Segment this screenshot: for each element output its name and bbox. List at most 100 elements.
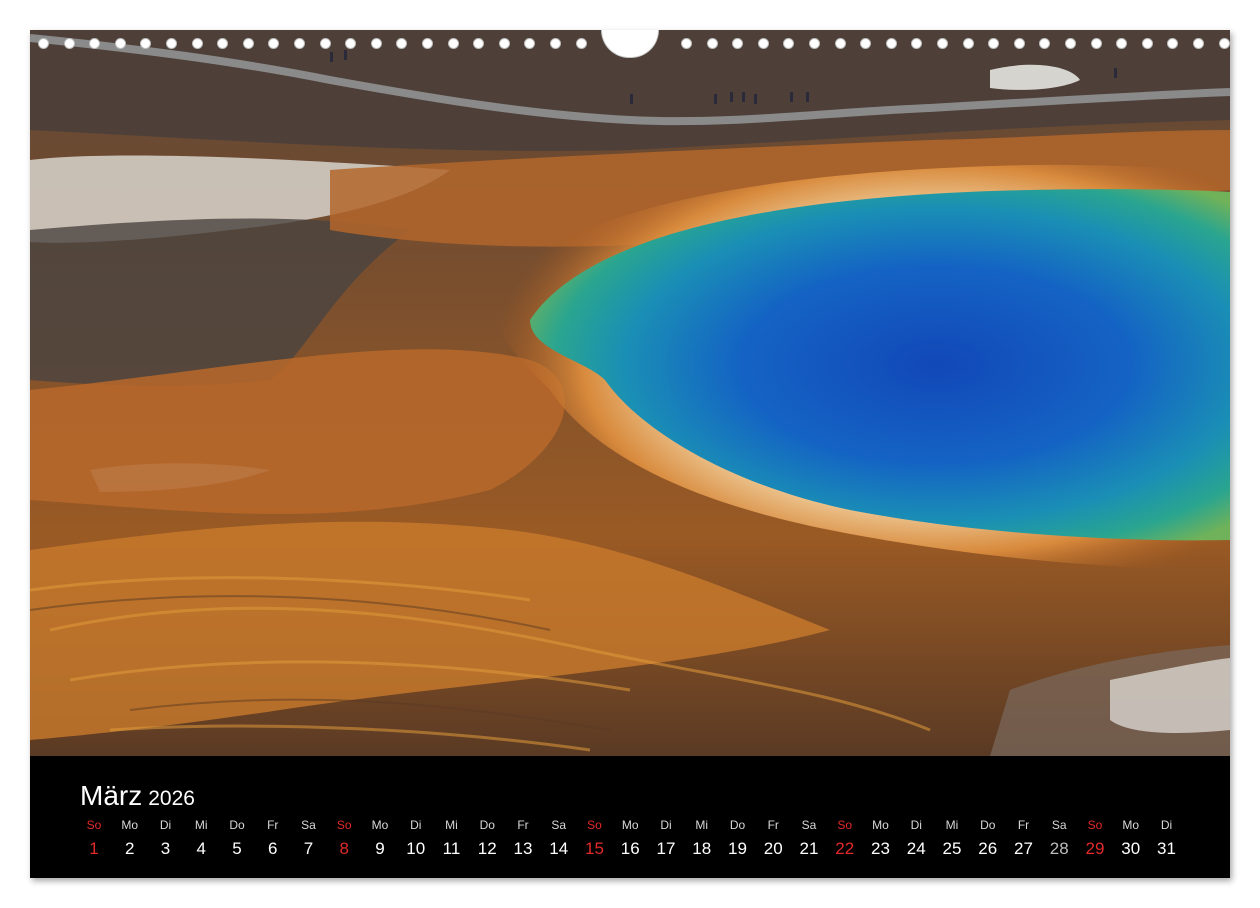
binding-hole (988, 38, 1000, 49)
weekday-label: Di (410, 818, 422, 832)
binding-hole (834, 38, 846, 49)
day-cell: Di 10 (398, 816, 434, 864)
day-number: 5 (232, 839, 242, 858)
binding-hole (1039, 38, 1051, 49)
day-cell: Sa 7 (291, 816, 327, 864)
weekday-label: Mi (194, 818, 208, 832)
day-cell: Mo 2 (112, 816, 148, 864)
day-cell: Fr 13 (505, 816, 541, 864)
day-cell: Fr 6 (255, 816, 291, 864)
binding-hole (1065, 38, 1076, 49)
day-number: 7 (303, 839, 314, 858)
day-number: 2 (125, 839, 135, 858)
weekday-label: Mo (121, 818, 139, 832)
weekday-label: Sa (1051, 818, 1067, 832)
binding-hole (1013, 38, 1025, 49)
day-number: 14 (549, 839, 569, 858)
binding-hole (396, 38, 408, 49)
binding-hole (217, 38, 229, 49)
binding-hole (809, 38, 820, 49)
binding-hole (911, 38, 923, 49)
binding-hole (447, 38, 459, 49)
day-number: 29 (1085, 839, 1105, 858)
binding-hole (114, 38, 126, 49)
binding-hole (370, 38, 382, 49)
weekday-label: Fr (517, 818, 529, 832)
binding-hole (294, 38, 305, 49)
binding-hole (422, 38, 433, 49)
day-number: 27 (1014, 839, 1033, 858)
weekday-label: So (837, 818, 853, 832)
binding-hole (937, 38, 948, 49)
day-cell: Mi 11 (434, 816, 470, 864)
binding-hole (962, 38, 974, 49)
day-cell: Di 17 (648, 816, 684, 864)
day-number: 9 (375, 839, 385, 858)
weekday-label: Mo (371, 818, 389, 832)
weekday-label: So (1087, 818, 1103, 832)
day-cell: Fr 27 (1006, 816, 1042, 864)
weekday-label: Mi (445, 818, 458, 832)
day-number: 21 (799, 839, 819, 858)
binding-hole (191, 38, 203, 49)
weekday-label: Do (479, 818, 495, 832)
day-number: 16 (620, 839, 640, 858)
day-number: 3 (160, 839, 171, 858)
binding-hole (524, 38, 536, 49)
weekday-label: Sa (551, 818, 567, 832)
day-number: 18 (692, 839, 712, 858)
weekday-label: So (336, 818, 352, 832)
binding-hole (242, 38, 254, 49)
day-number: 6 (268, 839, 278, 858)
weekday-label: Mo (621, 818, 639, 832)
day-cell: Do 12 (469, 816, 505, 864)
day-number: 28 (1049, 839, 1069, 858)
weekday-label: Mi (695, 818, 709, 832)
month-title: März 2026 (80, 778, 195, 810)
binding-hole (1167, 38, 1179, 49)
day-cell: Do 5 (219, 816, 255, 864)
binding-hole (498, 38, 510, 49)
day-number: 1 (89, 839, 99, 858)
calendar-bar: März 2026 So 1 Mo 2 Di 3 Mi 4 Do 5 Fr 6 Sa 7 So 8 Mo 9 Di 10… (30, 756, 1230, 878)
binding-hole (166, 38, 177, 49)
day-number: 8 (339, 839, 349, 858)
binding-hole (319, 38, 331, 49)
day-number: 25 (942, 839, 962, 858)
day-cell: So 8 (326, 816, 362, 864)
binding-hole (1090, 38, 1102, 49)
binding-hole (783, 38, 795, 49)
binding-hole (1141, 38, 1153, 49)
day-cell: Mo 16 (612, 816, 648, 864)
hot-spring-photo (30, 30, 1230, 756)
day-cell: Do 26 (970, 816, 1006, 864)
weekday-label: Mo (872, 818, 889, 832)
binding-hole (1193, 38, 1204, 49)
weekday-label: Do (980, 818, 996, 832)
weekday-label: Di (1160, 818, 1173, 832)
day-cell: So 1 (76, 816, 112, 864)
binding-hole (1116, 38, 1128, 49)
binding-hole (268, 38, 280, 49)
day-cell: Mo 9 (362, 816, 398, 864)
day-cell: Mo 23 (863, 816, 899, 864)
binding-hole (550, 38, 561, 49)
binding-hole (706, 38, 718, 49)
photo-illustration (30, 30, 1230, 756)
binding-hole (860, 38, 872, 49)
weekday-label: Do (229, 818, 245, 832)
day-cell: Sa 21 (791, 816, 827, 864)
weekday-label: Mo (1122, 818, 1140, 832)
binding-hole (63, 38, 75, 49)
day-cell: Sa 28 (1041, 816, 1077, 864)
weekday-label: So (587, 818, 602, 832)
binding-hole (140, 38, 152, 49)
day-number: 22 (835, 839, 855, 858)
binding-hole (345, 38, 357, 49)
day-cell: Do 19 (720, 816, 756, 864)
day-number: 30 (1121, 839, 1141, 858)
day-cell: Mi 25 (934, 816, 970, 864)
binding-hole (473, 38, 485, 49)
day-cell: Fr 20 (755, 816, 791, 864)
day-number: 26 (978, 839, 998, 858)
